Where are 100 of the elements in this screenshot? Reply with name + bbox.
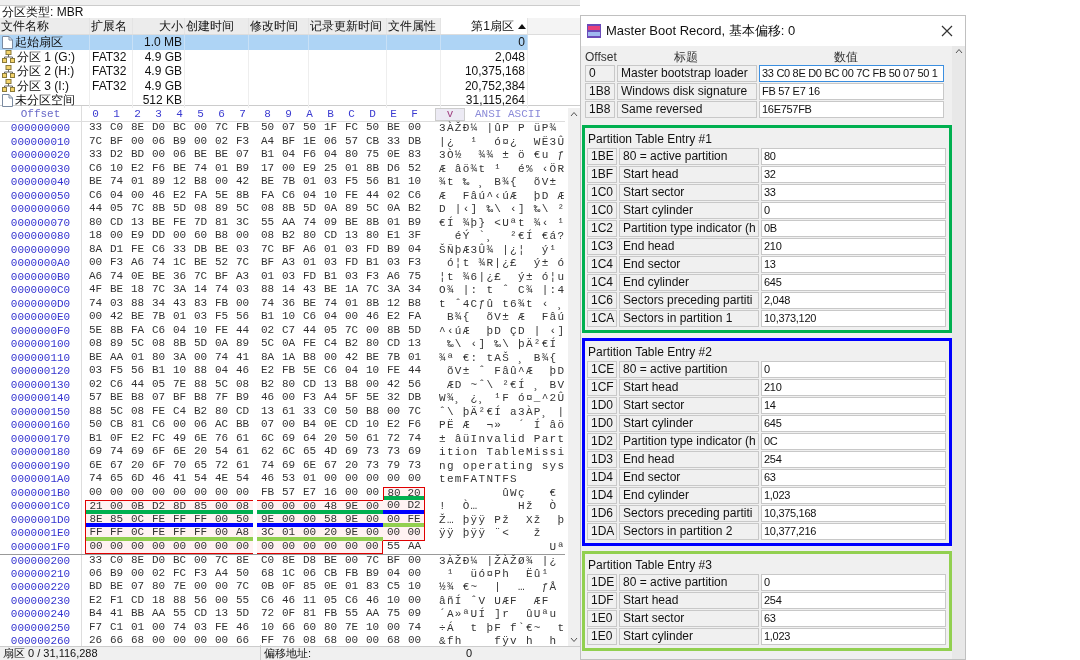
column-header[interactable]: 文件属性 — [387, 18, 441, 34]
hex-byte: 06 — [301, 567, 318, 581]
value-field[interactable]: 0 — [761, 361, 946, 378]
scroll-down-icon[interactable] — [570, 637, 578, 643]
value-field[interactable]: 1,023 — [761, 628, 946, 645]
hex-byte: 74 — [259, 459, 276, 473]
view-mode-tab[interactable]: v — [435, 108, 465, 121]
column-header: 标题 — [673, 49, 699, 64]
hex-byte: B9 — [108, 567, 125, 581]
value-field[interactable]: 254 — [761, 592, 946, 609]
file-row[interactable]: 未分区空间 512 KB 31,115,264 — [0, 93, 528, 108]
scroll-up-icon[interactable] — [954, 48, 963, 54]
scrollbar[interactable] — [568, 108, 580, 646]
hex-byte: 7C — [192, 270, 209, 284]
sector-status: 扇区 0 / 31,116,288 — [2, 646, 99, 660]
hex-byte: E7 — [301, 486, 318, 500]
file-row[interactable]: 分区 2 (H:) FAT32 4.9 GB 10,375,168 — [0, 64, 528, 79]
column-header[interactable]: 创建时间 — [185, 18, 249, 34]
hex-byte: 04 — [108, 189, 125, 203]
hex-byte: 0A — [385, 203, 402, 216]
offset-label: 0000000D0 — [0, 297, 82, 311]
value-field[interactable]: 2,048 — [761, 292, 946, 309]
hex-byte: E9 — [301, 162, 318, 176]
value-field[interactable]: 13 — [761, 256, 946, 273]
hex-byte: F3 — [234, 135, 251, 149]
hex-byte: 0F — [280, 608, 297, 621]
value-field[interactable]: FB 57 E7 16 — [759, 83, 944, 100]
value-field[interactable]: 63 — [761, 469, 946, 486]
value-field[interactable]: 645 — [761, 415, 946, 432]
hex-byte: BE — [108, 284, 125, 297]
hex-byte: 0A — [213, 338, 230, 351]
offset-cell: 1D4 — [587, 469, 617, 486]
hex-byte: C6 — [301, 311, 318, 324]
value-field[interactable]: 10,375,168 — [761, 505, 946, 522]
hex-byte: BE — [364, 351, 381, 365]
offset-label: 000000220 — [0, 581, 82, 595]
offset-label: 000000250 — [0, 621, 82, 635]
value-field[interactable]: 16E757FB — [759, 101, 944, 118]
value-field[interactable]: 10,377,216 — [761, 523, 946, 540]
ascii-text: 3Ò½ ¾¾ ± ö €u ƒ — [439, 149, 566, 163]
value-field[interactable]: 33 — [761, 184, 946, 201]
value-field[interactable]: 63 — [761, 610, 946, 627]
ascii-text: âñÍ ˆV UÆF ÆF — [439, 594, 551, 607]
title-cell: End cylinder — [619, 487, 759, 504]
hex-byte: B2 — [343, 338, 360, 351]
value-field[interactable]: 0 — [761, 574, 946, 591]
hex-byte: BF — [280, 135, 297, 149]
close-icon[interactable] — [941, 25, 953, 37]
column-header[interactable]: 第1扇区 — [441, 18, 528, 34]
hex-byte: 7B — [385, 351, 402, 365]
column-header[interactable]: 大小 — [133, 18, 185, 34]
value-field[interactable]: 32 — [761, 166, 946, 183]
hex-byte: 68 — [385, 635, 402, 648]
offset-cell: 1DF — [587, 592, 617, 609]
value-field[interactable]: 210 — [761, 379, 946, 396]
value-field[interactable]: 0 — [761, 202, 946, 219]
value-field[interactable]: 1,023 — [761, 487, 946, 504]
group-heading: Partition Table Entry #2 — [587, 344, 713, 361]
hex-byte: 42 — [385, 378, 402, 392]
hex-byte: 33 — [385, 135, 402, 149]
value-field[interactable]: 80 — [761, 148, 946, 165]
title-cell: Partition type indicator (h — [619, 220, 759, 237]
hex-byte: 8D — [169, 500, 190, 514]
file-row[interactable]: 分区 3 (I:) FAT32 4.9 GB 20,752,384 — [0, 78, 528, 93]
scroll-up-icon[interactable] — [570, 111, 578, 117]
hex-byte: 0E — [129, 270, 146, 284]
hex-byte: F7 — [87, 621, 104, 635]
hex-byte: 03 — [87, 365, 104, 378]
value-field[interactable]: 14 — [761, 397, 946, 414]
hex-byte: A6 — [385, 270, 402, 284]
value-field[interactable]: 0C — [761, 433, 946, 450]
scrollbar[interactable] — [952, 46, 965, 659]
value-field[interactable]: 33 C0 8E D0 BC 00 7C FB 50 07 50 1 — [759, 65, 944, 82]
file-row[interactable]: 起始扇区 1.0 MB 0 — [0, 35, 528, 50]
hex-byte: F5 — [108, 365, 125, 378]
value-field[interactable]: 10,373,120 — [761, 310, 946, 327]
offset-label: 000000240 — [0, 608, 82, 622]
hex-byte: 33 — [87, 122, 104, 135]
column-header[interactable]: 文件名称 — [0, 18, 90, 34]
offset-cell: 1C0 — [587, 202, 617, 219]
column-header[interactable]: 扩展名 — [90, 18, 133, 34]
column-header[interactable]: 记录更新时间 — [309, 18, 387, 34]
file-row[interactable]: 分区 1 (G:) FAT32 4.9 GB 2,048 — [0, 49, 528, 64]
hex-byte: 00 — [192, 555, 209, 568]
hex-byte: 04 — [213, 365, 230, 378]
hex-byte: E1 — [385, 230, 402, 243]
hex-byte: BE — [192, 149, 209, 162]
value-field[interactable]: 645 — [761, 274, 946, 291]
column-header[interactable]: 修改时间 — [249, 18, 309, 34]
value-field[interactable]: 0B — [761, 220, 946, 237]
value-field[interactable]: 210 — [761, 238, 946, 255]
hex-byte: 7E — [171, 581, 188, 594]
value-field[interactable]: 254 — [761, 451, 946, 468]
offset-cell: 1BF — [587, 166, 617, 183]
table-cell-text: 4.9 GB — [144, 77, 182, 95]
hex-byte: 89 — [234, 338, 251, 351]
hex-byte: 74 — [406, 621, 423, 635]
hex-byte: 13 — [259, 405, 276, 419]
hex-byte: 26 — [87, 635, 104, 648]
hex-byte: 61 — [364, 432, 381, 446]
